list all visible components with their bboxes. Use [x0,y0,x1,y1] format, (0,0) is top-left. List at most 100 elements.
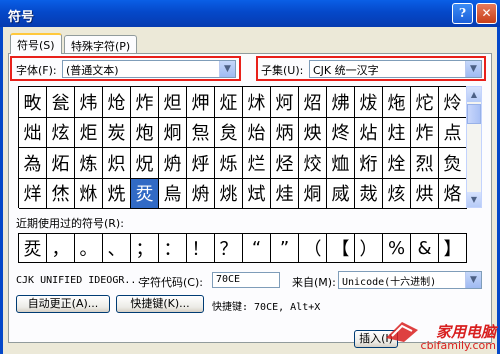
symbol-cell[interactable]: 炤 [299,87,327,118]
symbol-cell[interactable]: 炻 [47,148,75,179]
chevron-down-icon[interactable]: ▼ [465,272,481,288]
symbol-cell[interactable]: 烋 [47,178,75,209]
symbol-cell[interactable]: 炯 [159,117,187,148]
symbol-cell[interactable]: 炸 [411,117,439,148]
symbol-cell[interactable]: 炦 [355,87,383,118]
subset-dropdown[interactable]: CJK 统一汉字 ▼ [309,60,482,78]
symbol-cell[interactable]: 炶 [355,117,383,148]
symbol-cell[interactable]: 烒 [243,178,271,209]
chevron-down-icon[interactable]: ▼ [219,61,235,77]
symbol-cell[interactable]: 烎 [131,178,159,209]
symbol-cell[interactable]: 炧 [383,87,411,118]
symbol-cell[interactable]: 炡 [215,87,243,118]
symbol-cell[interactable]: 瓮 [47,87,75,118]
symbol-cell[interactable]: 烆 [355,148,383,179]
scroll-down-icon[interactable]: ▼ [467,192,481,207]
recent-symbol-cell[interactable]: ？ [215,234,243,263]
symbol-cell[interactable]: 炭 [103,117,131,148]
symbol-cell[interactable]: 炳 [271,117,299,148]
recent-symbol-cell[interactable]: ） [355,234,383,263]
symbol-cell[interactable]: 炵 [327,117,355,148]
recent-symbol-cell[interactable]: 、 [103,234,131,263]
symbol-cell[interactable]: 炲 [243,117,271,148]
symbol-cell[interactable]: 烘 [411,178,439,209]
symbol-cell[interactable]: 烔 [299,178,327,209]
symbol-cell[interactable]: 烇 [383,148,411,179]
symbol-cell[interactable]: 烃 [271,148,299,179]
symbol-cell[interactable]: 炮 [131,117,159,148]
autocorrect-button[interactable]: 自动更正(A)... [16,295,110,313]
symbol-grid-scrollbar[interactable]: ▲ ▼ [466,86,482,208]
symbol-cell[interactable]: 烈 [411,148,439,179]
symbol-cell[interactable]: 烊 [19,178,47,209]
recent-symbol-cell[interactable]: ， [47,234,75,263]
symbol-cell[interactable]: 烉 [439,148,467,179]
symbol-cell[interactable]: 烀 [187,148,215,179]
symbol-cell[interactable]: 炪 [19,117,47,148]
recent-symbol-cell[interactable]: “ [243,234,271,263]
symbol-cell[interactable]: 烄 [299,148,327,179]
subset-value: CJK 统一汉字 [313,64,379,77]
recent-symbol-cell[interactable]: & [411,234,439,263]
recent-symbol-cell[interactable]: 】 [439,234,467,263]
symbol-cell[interactable]: 炠 [187,87,215,118]
symbol-cell[interactable]: 烏 [159,178,187,209]
symbol-cell[interactable]: 点 [439,117,467,148]
symbol-cell[interactable]: 炟 [159,87,187,118]
window-title: 符号 [8,10,35,25]
symbol-cell[interactable]: 炴 [299,117,327,148]
symbol-cell[interactable]: 炥 [327,87,355,118]
symbol-cell[interactable]: 烐 [187,178,215,209]
recent-symbol-cell[interactable]: ！ [187,234,215,263]
symbol-cell[interactable]: 炿 [159,148,187,179]
symbol-cell[interactable]: 炾 [131,148,159,179]
symbol-cell[interactable]: 炸 [131,87,159,118]
symbol-cell[interactable]: 烑 [215,178,243,209]
scroll-up-icon[interactable]: ▲ [467,87,481,102]
symbol-cell[interactable]: 炱 [215,117,243,148]
font-dropdown[interactable]: (普通文本) ▼ [62,60,236,78]
symbol-cell[interactable]: 烗 [383,178,411,209]
recent-symbol-cell[interactable]: 【 [327,234,355,263]
symbol-cell[interactable]: 炜 [75,87,103,118]
symbol-cell[interactable]: 烖 [355,178,383,209]
recent-symbol-cell[interactable]: ： [159,234,187,263]
symbol-cell[interactable]: 烙 [439,178,467,209]
symbol-cell[interactable]: 炣 [271,87,299,118]
symbol-cell[interactable]: 炩 [439,87,467,118]
tab-symbols[interactable]: 符号(S) [10,33,62,54]
from-label: 来自(M): [292,276,336,289]
symbol-cell[interactable]: 炼 [75,148,103,179]
symbol-cell[interactable]: 炷 [383,117,411,148]
symbol-cell[interactable]: 炢 [243,87,271,118]
symbol-cell[interactable]: 烁 [215,148,243,179]
symbol-cell[interactable]: 烓 [271,178,299,209]
help-icon[interactable]: ? [452,3,473,24]
symbol-cell[interactable]: 炫 [47,117,75,148]
recent-symbol-cell[interactable]: 。 [75,234,103,263]
from-dropdown[interactable]: Unicode(十六进制) ▼ [338,271,482,289]
symbol-cell[interactable]: 為 [19,148,47,179]
chevron-down-icon[interactable]: ▼ [465,61,481,77]
symbol-cell[interactable]: 炰 [187,117,215,148]
symbol-cell[interactable]: 烍 [103,178,131,209]
symbol-cell[interactable]: 炬 [75,117,103,148]
scroll-thumb[interactable] [467,104,481,124]
shortcut-key-button[interactable]: 快捷键(K)... [116,295,204,313]
symbol-cell[interactable]: 烕 [327,178,355,209]
symbol-cell[interactable]: 炨 [411,87,439,118]
symbol-cell[interactable]: 炽 [103,148,131,179]
recent-symbol-cell[interactable]: % [383,234,411,263]
recent-symbol-cell[interactable]: 烎 [19,234,47,263]
symbol-cell[interactable]: 炝 [103,87,131,118]
symbol-cell[interactable]: 畋 [19,87,47,118]
character-code-input[interactable]: 70CE [212,272,280,288]
recent-symbol-cell[interactable]: ” [271,234,299,263]
recent-symbol-cell[interactable]: （ [299,234,327,263]
symbol-cell[interactable]: 烂 [243,148,271,179]
close-icon[interactable]: ✕ [476,3,497,24]
symbol-cell[interactable]: 烅 [327,148,355,179]
symbol-cell[interactable]: 烌 [75,178,103,209]
tab-special-characters[interactable]: 特殊字符(P) [64,35,138,53]
recent-symbol-cell[interactable]: ； [131,234,159,263]
